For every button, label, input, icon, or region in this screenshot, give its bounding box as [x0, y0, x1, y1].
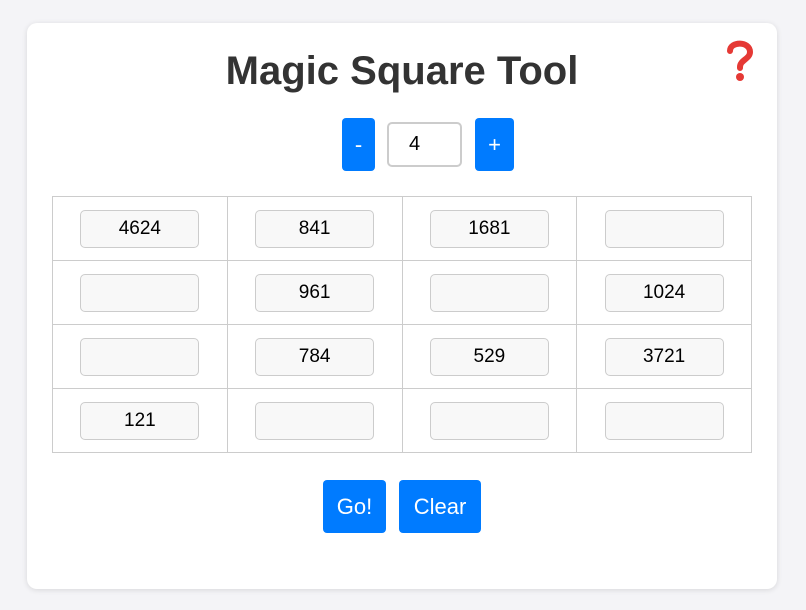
magic-square-card: Magic Square Tool - + — [27, 23, 777, 589]
grid-cell — [52, 388, 228, 453]
clear-button[interactable]: Clear — [399, 480, 481, 533]
cell-input[interactable] — [255, 337, 375, 376]
cell-input[interactable] — [429, 209, 549, 248]
question-mark-icon[interactable] — [723, 39, 757, 83]
grid-cell — [576, 260, 752, 325]
cell-input[interactable] — [80, 273, 200, 312]
decrease-size-button[interactable]: - — [342, 118, 375, 171]
increase-size-button[interactable]: + — [475, 118, 514, 171]
grid-cell — [226, 388, 403, 453]
grid-cell — [52, 324, 228, 389]
cell-input[interactable] — [429, 337, 549, 376]
grid-cell — [576, 324, 752, 389]
grid-row — [52, 388, 752, 453]
grid-row — [52, 324, 752, 389]
cell-input[interactable] — [80, 401, 200, 440]
cell-input[interactable] — [604, 401, 724, 440]
cell-input[interactable] — [604, 273, 724, 312]
grid-cell — [401, 324, 578, 389]
grid-row — [52, 196, 752, 261]
grid-cell — [401, 196, 578, 261]
cell-input[interactable] — [429, 401, 549, 440]
grid-cell — [52, 260, 228, 325]
grid-cell — [226, 260, 403, 325]
cell-input[interactable] — [255, 209, 375, 248]
cell-input[interactable] — [80, 209, 200, 248]
grid-cell — [576, 388, 752, 453]
grid-cell — [401, 260, 578, 325]
cell-input[interactable] — [80, 337, 200, 376]
grid-cell — [226, 324, 403, 389]
magic-square-grid — [52, 196, 752, 453]
cell-input[interactable] — [255, 273, 375, 312]
cell-input[interactable] — [429, 273, 549, 312]
grid-cell — [576, 196, 752, 261]
cell-input[interactable] — [255, 401, 375, 440]
grid-cell — [52, 196, 228, 261]
grid-row — [52, 260, 752, 325]
grid-cell — [226, 196, 403, 261]
grid-cell — [401, 388, 578, 453]
go-button[interactable]: Go! — [323, 480, 386, 533]
size-input[interactable] — [387, 122, 462, 167]
cell-input[interactable] — [604, 209, 724, 248]
cell-input[interactable] — [604, 337, 724, 376]
page-title: Magic Square Tool — [225, 49, 579, 93]
